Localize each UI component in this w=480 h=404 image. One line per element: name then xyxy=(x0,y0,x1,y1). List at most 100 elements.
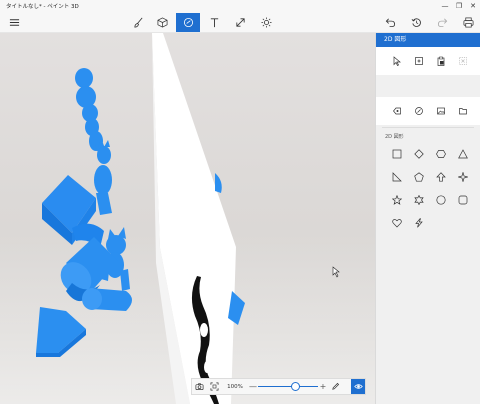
2d-shapes-button[interactable] xyxy=(176,13,200,32)
lightning-icon xyxy=(415,218,423,228)
shapes-2d-icon xyxy=(183,17,193,28)
triangle-shape[interactable] xyxy=(456,147,470,161)
sun-icon xyxy=(260,17,272,28)
print-button[interactable] xyxy=(456,13,480,32)
history-button[interactable] xyxy=(404,13,428,32)
shapes-panel: 2D 図形 2D 図形 xyxy=(375,33,480,404)
brush-tool-icon xyxy=(415,107,423,115)
folder-icon xyxy=(459,108,467,115)
image-button[interactable] xyxy=(434,104,448,118)
3d-shapes-button[interactable] xyxy=(150,13,174,32)
triangle-icon xyxy=(458,149,468,159)
redo-button[interactable] xyxy=(430,13,454,32)
delete-icon xyxy=(459,57,467,65)
rounded-square-icon xyxy=(458,195,468,205)
3d-canvas[interactable]: 100% — + xyxy=(0,33,375,404)
star5-shape[interactable] xyxy=(390,193,404,207)
rounded-square-shape[interactable] xyxy=(456,193,470,207)
print-icon xyxy=(463,17,473,28)
square-icon xyxy=(392,149,402,159)
right-triangle-icon xyxy=(392,172,402,182)
cube-icon xyxy=(157,17,167,28)
add-point-icon xyxy=(415,57,423,65)
brushes-button[interactable] xyxy=(126,13,150,32)
scene-view xyxy=(0,33,375,404)
history-icon xyxy=(411,18,421,27)
delete-tool[interactable] xyxy=(456,54,470,68)
select-tool[interactable] xyxy=(390,54,404,68)
image-icon xyxy=(437,107,445,115)
zoom-slider[interactable] xyxy=(258,379,318,394)
arrow-up-icon xyxy=(436,172,446,182)
brush-icon xyxy=(133,17,142,28)
effects-button[interactable] xyxy=(254,13,278,32)
pentagon-shape[interactable] xyxy=(412,170,426,184)
pen-button[interactable] xyxy=(328,379,343,394)
heart-icon xyxy=(392,219,402,228)
select-icon xyxy=(393,56,401,66)
shapes-section-label: 2D 図形 xyxy=(385,134,404,140)
window-title: タイトルなし* - ペイント 3D xyxy=(6,4,79,10)
shapes-section: 2D 図形 xyxy=(376,125,480,335)
undo-button[interactable] xyxy=(378,13,402,32)
star4-shape[interactable] xyxy=(456,170,470,184)
pen-icon xyxy=(332,382,340,390)
text-icon xyxy=(210,18,218,28)
star5-icon xyxy=(392,195,402,205)
arrow-up-shape[interactable] xyxy=(434,170,448,184)
zoom-in-button[interactable]: + xyxy=(318,379,328,394)
camera-button[interactable] xyxy=(192,379,207,394)
hexagon-shape[interactable] xyxy=(434,147,448,161)
hidden-object[interactable] xyxy=(215,173,222,193)
zoom-bar: 100% — + xyxy=(191,378,366,395)
text-button[interactable] xyxy=(202,13,226,32)
canvas-resize-icon xyxy=(235,18,245,27)
section-divider xyxy=(382,127,474,128)
hexagon-icon xyxy=(436,150,446,158)
redo-icon xyxy=(437,18,447,28)
window-controls: — ❐ ✕ xyxy=(438,0,480,12)
paint3d-window: タイトルなし* - ペイント 3D — ❐ ✕ 100% — + 2D 図形 2… xyxy=(0,0,480,404)
fit-view-icon xyxy=(210,382,219,391)
close-button[interactable]: ✕ xyxy=(466,0,480,12)
lightning-shape[interactable] xyxy=(412,216,426,230)
add-point-tool[interactable] xyxy=(412,54,426,68)
brush-tool-button[interactable] xyxy=(412,104,426,118)
canvas-button[interactable] xyxy=(228,13,252,32)
black-stroke-hole-2 xyxy=(204,361,210,373)
undo-icon xyxy=(385,18,395,28)
view-3d-button[interactable] xyxy=(351,379,365,394)
folder-button[interactable] xyxy=(456,104,470,118)
diamond-shape[interactable] xyxy=(412,147,426,161)
eye-icon xyxy=(353,384,363,389)
diamond-icon xyxy=(414,149,424,159)
circle-shape[interactable] xyxy=(434,193,448,207)
square-shape[interactable] xyxy=(390,147,404,161)
hamburger-icon xyxy=(9,19,19,26)
fit-view-button[interactable] xyxy=(207,379,222,394)
star6-shape[interactable] xyxy=(412,193,426,207)
right-triangle-shape[interactable] xyxy=(390,170,404,184)
panel-title: 2D 図形 xyxy=(376,33,480,47)
heart-shape[interactable] xyxy=(390,216,404,230)
sticker-button[interactable] xyxy=(390,104,404,118)
sticker-icon xyxy=(393,107,401,115)
black-stroke-hole xyxy=(200,323,208,337)
title-bar: タイトルなし* - ペイント 3D — ❐ ✕ xyxy=(0,0,480,12)
zoom-slider-track xyxy=(258,386,318,387)
star6-icon xyxy=(414,195,424,205)
pentagon-icon xyxy=(414,172,424,182)
menu-button[interactable] xyxy=(2,13,26,32)
minimize-button[interactable]: — xyxy=(438,0,452,12)
zoom-out-button[interactable]: — xyxy=(248,379,258,394)
camera-icon xyxy=(195,383,204,391)
main-toolbar xyxy=(0,12,480,33)
panel-spacer xyxy=(376,75,480,97)
maximize-button[interactable]: ❐ xyxy=(452,0,466,12)
actions-row xyxy=(376,97,480,125)
zoom-slider-knob[interactable] xyxy=(290,382,300,391)
paste-tool[interactable] xyxy=(434,54,448,68)
circle-icon xyxy=(436,195,446,205)
paste-icon xyxy=(437,56,445,66)
star4-icon xyxy=(458,172,468,182)
